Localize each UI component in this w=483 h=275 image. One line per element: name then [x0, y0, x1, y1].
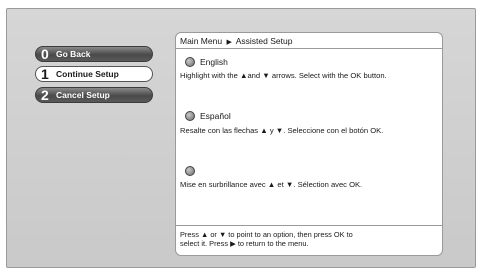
option-french[interactable] [185, 166, 200, 176]
option-english-label: English [200, 57, 228, 67]
help-line-1: Press ▲ or ▼ to point to an option, then… [180, 230, 353, 239]
radio-icon [185, 166, 195, 176]
english-instruction: Highlight with the ▲and ▼ arrows. Select… [180, 71, 387, 80]
cancel-setup-number: 2 [41, 87, 49, 103]
cancel-setup-label: Cancel Setup [56, 90, 110, 100]
spanish-instruction: Resalte con las flechas ▲ y ▼. Seleccion… [180, 126, 384, 135]
option-spanish[interactable]: Español [185, 111, 231, 121]
continue-setup-button[interactable]: 1 Continue Setup [35, 66, 153, 82]
breadcrumb-divider [176, 48, 442, 49]
continue-setup-label: Continue Setup [56, 69, 119, 79]
option-spanish-label: Español [200, 111, 231, 121]
breadcrumb-current: Assisted Setup [235, 36, 293, 46]
breadcrumb: Main Menu ▶ Assisted Setup [180, 36, 292, 46]
option-english[interactable]: English [185, 57, 228, 67]
cancel-setup-button[interactable]: 2 Cancel Setup [35, 87, 153, 103]
language-panel: Main Menu ▶ Assisted Setup English Highl… [175, 32, 443, 256]
go-back-label: Go Back [56, 49, 91, 59]
radio-icon [185, 57, 195, 67]
go-back-button[interactable]: 0 Go Back [35, 46, 153, 62]
french-instruction: Mise en surbrillance avec ▲ et ▼. Sélect… [180, 180, 363, 189]
go-back-number: 0 [41, 46, 49, 62]
continue-setup-number: 1 [41, 66, 49, 82]
breadcrumb-separator-icon: ▶ [226, 39, 232, 46]
setup-screen: 0 Go Back 1 Continue Setup 2 Cancel Setu… [6, 8, 476, 268]
radio-icon [185, 111, 195, 121]
help-line-2: select it. Press ▶ to return to the menu… [180, 239, 309, 248]
help-footer: Press ▲ or ▼ to point to an option, then… [180, 230, 353, 248]
footer-divider [176, 225, 442, 226]
breadcrumb-parent: Main Menu [180, 36, 223, 46]
